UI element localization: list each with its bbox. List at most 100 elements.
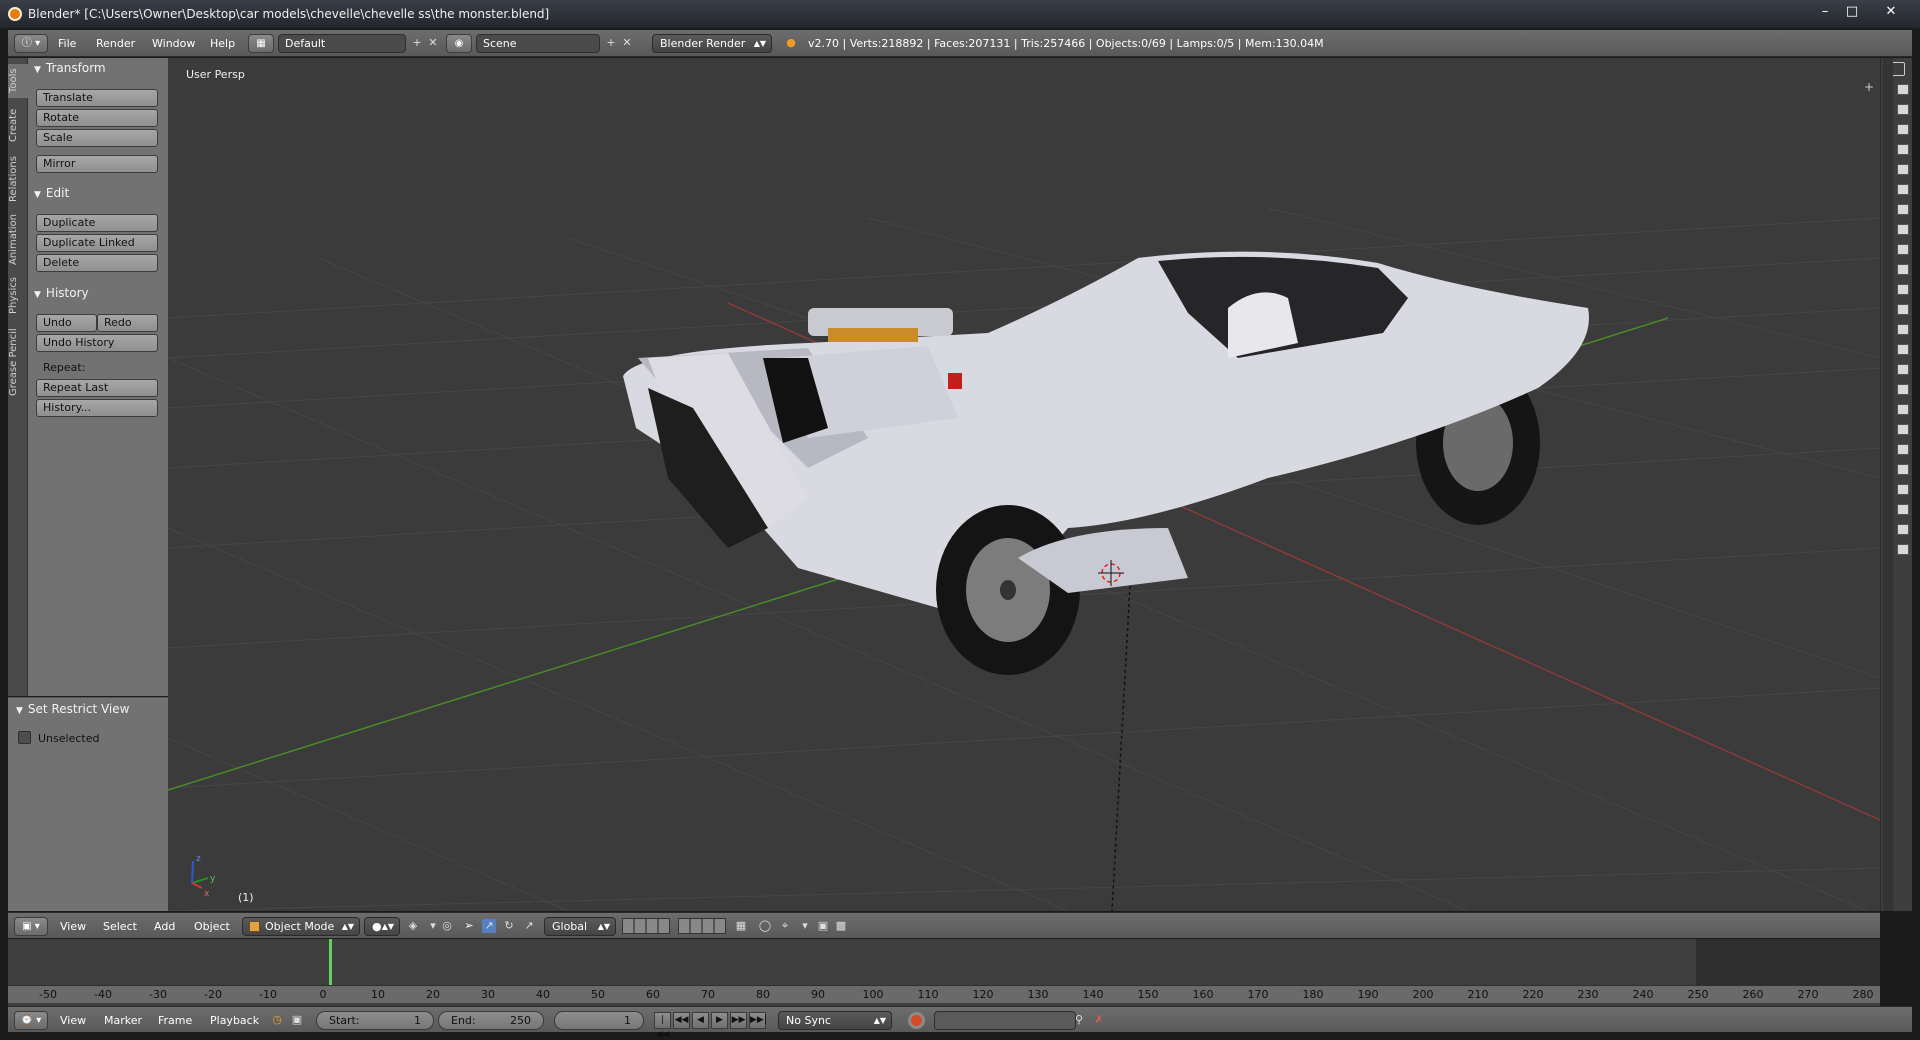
jump-start-button[interactable]: |◀◀ (654, 1012, 671, 1040)
restrict-render-icon[interactable] (1897, 264, 1909, 275)
restrict-render-icon[interactable] (1897, 524, 1909, 535)
3d-viewport[interactable]: y z x User Persp (1) + (168, 58, 1880, 911)
restrict-render-icon[interactable] (1897, 284, 1909, 295)
scene-field[interactable]: Scene (476, 34, 600, 53)
delete-keyframe-icon[interactable]: ✗ (1092, 1013, 1106, 1027)
restrict-render-icon[interactable] (1897, 364, 1909, 375)
scale-manipulator-icon[interactable]: ↗ (522, 919, 536, 933)
rotate-button[interactable]: Rotate (36, 109, 158, 127)
menu-file[interactable]: File (58, 34, 76, 53)
close-button[interactable]: ✕ (1873, 3, 1909, 21)
restrict-render-icon[interactable] (1897, 304, 1909, 315)
menu-marker[interactable]: Marker (104, 1011, 142, 1030)
prev-keyframe-button[interactable]: ◀◀ (673, 1012, 690, 1029)
opengl-render-icon[interactable]: ▩ (834, 919, 848, 933)
menu-playback[interactable]: Playback (210, 1011, 259, 1030)
menu-add[interactable]: Add (154, 917, 175, 936)
restrict-render-icon[interactable] (1897, 224, 1909, 235)
tab-animation[interactable]: Animation (8, 212, 28, 268)
menu-object[interactable]: Object (194, 917, 230, 936)
sync-dropdown[interactable]: No Sync ▲▼ (778, 1011, 892, 1030)
restrict-render-icon[interactable] (1897, 504, 1909, 515)
restrict-render-icon[interactable] (1897, 404, 1909, 415)
transform-panel-header[interactable]: ▼ Transform (34, 61, 106, 79)
redo-button[interactable]: Redo (97, 314, 158, 332)
maximize-button[interactable]: □ (1837, 3, 1867, 21)
undo-history-button[interactable]: Undo History (36, 334, 158, 352)
play-button[interactable]: ▶ (711, 1012, 728, 1029)
editor-type-3d-view-icon[interactable]: ▣ ▾ (14, 917, 48, 936)
restrict-render-icon[interactable] (1897, 324, 1909, 335)
restrict-render-icon[interactable] (1897, 204, 1909, 215)
screen-layout-field[interactable]: Default (278, 34, 406, 53)
restrict-render-icon[interactable] (1897, 184, 1909, 195)
restrict-render-icon[interactable] (1897, 344, 1909, 355)
unselected-checkbox[interactable] (18, 731, 31, 744)
tab-tools[interactable]: Tools (8, 64, 28, 98)
tab-create[interactable]: Create (8, 104, 28, 146)
menu-help[interactable]: Help (210, 34, 235, 53)
restrict-render-icon[interactable] (1897, 464, 1909, 475)
restrict-view-header[interactable]: ▼ Set Restrict View (16, 702, 129, 720)
editor-type-info-icon[interactable]: ⓘ ▾ (14, 34, 48, 53)
menu-view[interactable]: View (60, 917, 86, 936)
end-frame-field[interactable]: End: 250 (438, 1011, 544, 1030)
history-button[interactable]: History... (36, 399, 158, 417)
repeat-last-button[interactable]: Repeat Last (36, 379, 158, 397)
pivot-point-icon[interactable]: ◈ (406, 919, 420, 933)
current-frame-field[interactable]: 1 (554, 1011, 644, 1030)
layer-lock-icon[interactable]: ▦ (734, 919, 748, 933)
snap-icon[interactable]: ⌖ (778, 919, 792, 933)
keying-set-field[interactable] (934, 1011, 1076, 1030)
minimize-button[interactable]: – (1810, 3, 1840, 21)
add-scene-icon[interactable]: + (604, 36, 618, 50)
snap-element-dropdown-icon[interactable]: ▾ (798, 919, 812, 933)
restrict-render-icon[interactable] (1897, 384, 1909, 395)
tab-relations[interactable]: Relations (8, 152, 28, 206)
restrict-render-icon[interactable] (1897, 444, 1909, 455)
menu-render[interactable]: Render (96, 34, 135, 53)
undo-button[interactable]: Undo (36, 314, 97, 332)
mirror-button[interactable]: Mirror (36, 155, 158, 173)
render-engine-dropdown[interactable]: Blender Render ▲▼ (652, 34, 772, 53)
remove-layout-icon[interactable]: ✕ (426, 36, 440, 50)
restrict-render-icon[interactable] (1897, 244, 1909, 255)
tab-grease-pencil[interactable]: Grease Pencil (8, 324, 28, 400)
add-layout-icon[interactable]: + (410, 36, 424, 50)
play-reverse-button[interactable]: ◀ (692, 1012, 709, 1029)
rotate-manipulator-icon[interactable]: ↻ (502, 919, 516, 933)
translate-manipulator-icon[interactable]: ↗ (482, 919, 496, 933)
manipulator-center-icon[interactable]: ◎ (440, 919, 454, 933)
restrict-render-icon[interactable] (1897, 484, 1909, 495)
layers-grid-a[interactable] (622, 918, 670, 934)
history-panel-header[interactable]: ▼ History (34, 286, 89, 304)
object-mode-dropdown[interactable]: Object Mode ▲▼ (242, 917, 360, 936)
outliner-scrollbar[interactable] (1883, 58, 1893, 911)
viewport-shading-dropdown[interactable]: ● ▲▼ (364, 917, 400, 936)
lock-icon[interactable]: ▣ (290, 1013, 304, 1027)
scene-icon[interactable]: ◉ (446, 34, 472, 53)
duplicate-linked-button[interactable]: Duplicate Linked (36, 234, 158, 252)
editor-type-timeline-icon[interactable]: ⌚ ▾ (14, 1011, 48, 1030)
jump-end-button[interactable]: ▶▶| (749, 1012, 767, 1029)
transform-orientation-dropdown[interactable]: Global ▲▼ (544, 917, 616, 936)
menu-select[interactable]: Select (103, 917, 137, 936)
start-frame-field[interactable]: Start: 1 (316, 1011, 434, 1030)
timeline-ruler[interactable]: -50 -40 -30 -20 -10 0 10 20 30 40 50 60 70 80 90 100 110… (8, 985, 1880, 1003)
remove-scene-icon[interactable]: ✕ (620, 36, 634, 50)
preview-range-icon[interactable]: ◷ (270, 1013, 284, 1027)
restrict-render-icon[interactable] (1897, 124, 1909, 135)
restrict-render-icon[interactable] (1897, 164, 1909, 175)
scale-button[interactable]: Scale (36, 129, 158, 147)
delete-button[interactable]: Delete (36, 254, 158, 272)
menu-window[interactable]: Window (152, 34, 195, 53)
manipulator-toggle-icon[interactable]: ➢ (462, 919, 476, 933)
tab-physics[interactable]: Physics (8, 274, 28, 318)
restrict-render-icon[interactable] (1897, 104, 1909, 115)
screen-layout-icon[interactable]: ▦ (248, 34, 274, 53)
restrict-render-icon[interactable] (1897, 424, 1909, 435)
insert-keyframe-icon[interactable]: ⚲ (1072, 1013, 1086, 1027)
layers-grid-b[interactable] (678, 918, 726, 934)
properties-toggle-plus-icon[interactable]: + (1864, 80, 1874, 94)
menu-frame[interactable]: Frame (158, 1011, 192, 1030)
